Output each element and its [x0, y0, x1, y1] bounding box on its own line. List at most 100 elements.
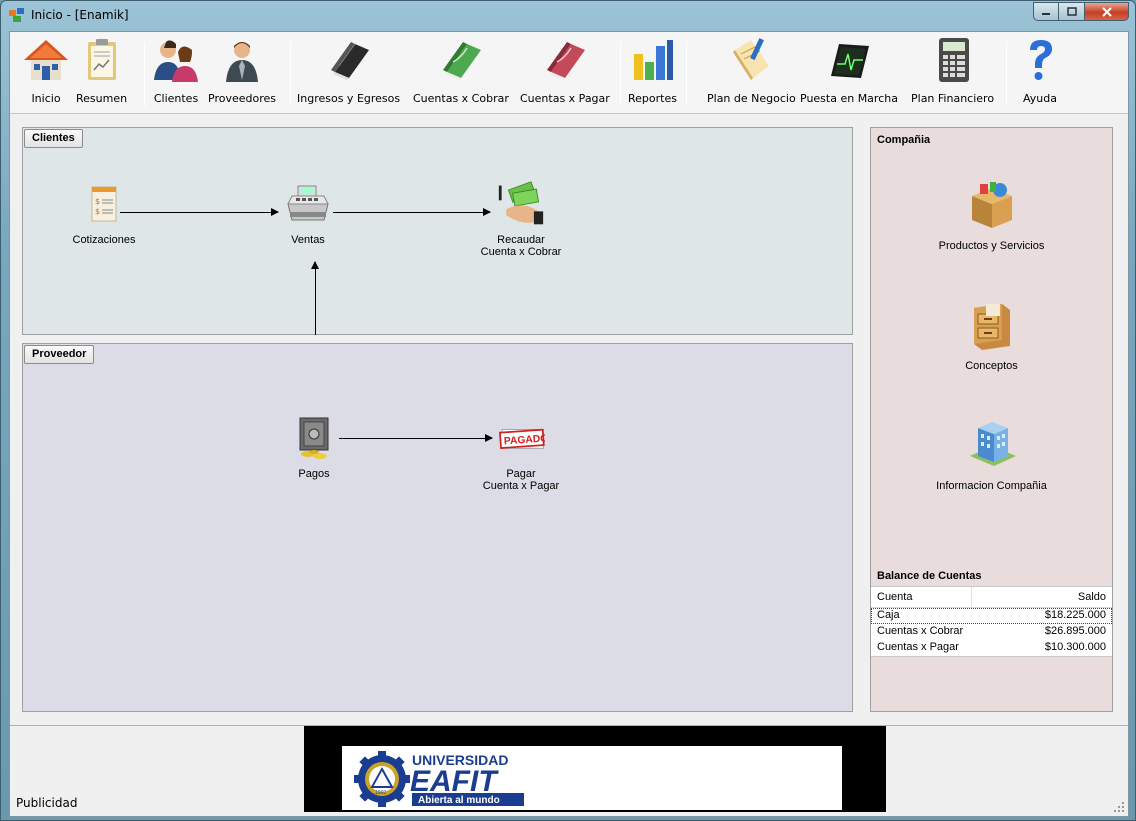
toolbar-button-plan-financiero[interactable]: Plan Financiero [911, 36, 994, 110]
toolbar-separator [620, 42, 621, 106]
businessman-icon [218, 36, 266, 84]
main-area: Clientes $ $ Cotizaciones Ventas Recauda… [10, 115, 1128, 725]
eafit-logo: 1960 UNIVERSIDAD EAFIT Abierta al mundo [342, 746, 842, 810]
toolbar-button-reportes[interactable]: Reportes [628, 36, 677, 110]
logo-line3: Abierta al mundo [418, 795, 500, 806]
client-area: Inicio Resumen Clientes Proveedores Ingr… [9, 31, 1129, 817]
money-hand-icon [497, 180, 545, 228]
toolbar-button-ingresos-egresos[interactable]: Ingresos y Egresos [297, 36, 400, 110]
close-button[interactable] [1085, 2, 1129, 21]
conceptos-label: Conceptos [965, 360, 1018, 372]
toolbar-label: Reportes [628, 92, 677, 105]
pagar-label-line2: Cuenta x Pagar [482, 480, 560, 492]
cuenta-cell: Cuentas x Pagar [877, 641, 959, 653]
arrow-pagos-pagar [339, 434, 493, 442]
balance-table-header: Cuenta Saldo [871, 587, 1112, 608]
quotation-icon: $ $ [80, 180, 128, 228]
productos-servicios-label: Productos y Servicios [938, 240, 1045, 252]
toolbar-label: Plan de Negocio [707, 92, 796, 105]
col-cuenta-header[interactable]: Cuenta [871, 587, 972, 607]
col-saldo-header[interactable]: Saldo [972, 587, 1112, 607]
caption-buttons [1033, 2, 1129, 22]
ventas-node[interactable]: Ventas [278, 180, 338, 246]
red-book-icon [541, 36, 589, 84]
toolbar-button-puesta-marcha[interactable]: Puesta en Marcha [800, 36, 898, 110]
ad-banner[interactable]: 1960 UNIVERSIDAD EAFIT Abierta al mundo [304, 726, 886, 812]
recaudar-label-line2: Cuenta x Cobrar [480, 246, 562, 258]
clientes-panel-title: Clientes [24, 129, 83, 148]
notebook-pen-icon [727, 36, 775, 84]
productos-servicios-node[interactable]: Productos y Servicios [871, 176, 1112, 252]
toolbar-label: Cuentas x Pagar [520, 92, 610, 105]
maximize-icon [1066, 7, 1077, 16]
arrow-cotizaciones-ventas [120, 208, 279, 216]
saldo-cell: $18.225.000 [1044, 609, 1106, 621]
informacion-compania-node[interactable]: Informacion Compañia [871, 416, 1112, 492]
product-box-icon [964, 176, 1020, 232]
ventas-label: Ventas [291, 234, 325, 246]
toolbar-separator [144, 42, 145, 106]
toolbar-button-cuentas-pagar[interactable]: Cuentas x Pagar [520, 36, 610, 110]
bar-chart-icon [628, 36, 676, 84]
toolbar-label: Clientes [153, 92, 199, 105]
toolbar-separator [686, 42, 687, 106]
heartbeat-monitor-icon [825, 36, 873, 84]
home-icon [22, 36, 70, 84]
question-icon [1016, 36, 1064, 84]
balance-table[interactable]: Cuenta Saldo Caja $18.225.000 Cuentas x … [871, 586, 1112, 657]
toolbar-label: Ayuda [1023, 92, 1057, 105]
toolbar-label: Cuentas x Cobrar [413, 92, 509, 105]
recaudar-label: Recaudar Cuenta x Cobrar [481, 234, 562, 258]
pagar-node[interactable]: PAGADO Pagar Cuenta x Pagar [471, 414, 571, 492]
app-icon [9, 8, 24, 22]
svg-text:$: $ [95, 207, 100, 216]
maximize-button[interactable] [1059, 2, 1085, 21]
table-row[interactable]: Caja $18.225.000 [871, 608, 1112, 624]
toolbar-separator [290, 42, 291, 106]
recaudar-node[interactable]: Recaudar Cuenta x Cobrar [471, 180, 571, 258]
table-row[interactable]: Cuentas x Cobrar $26.895.000 [871, 624, 1112, 640]
main-toolbar: Inicio Resumen Clientes Proveedores Ingr… [10, 32, 1128, 114]
black-book-icon [325, 36, 373, 84]
advertising-footer: 1960 UNIVERSIDAD EAFIT Abierta al mundo … [10, 725, 1128, 816]
title-bar[interactable]: Inicio - [Enamik] [1, 1, 1135, 31]
toolbar-button-cuentas-cobrar[interactable]: Cuentas x Cobrar [413, 36, 509, 110]
people-icon [152, 36, 200, 84]
cotizaciones-label: Cotizaciones [72, 234, 136, 246]
toolbar-separator [1006, 42, 1007, 106]
clipboard-chart-icon [78, 36, 126, 84]
arrow-to-ventas [311, 261, 319, 335]
toolbar-button-resumen[interactable]: Resumen [76, 36, 127, 110]
pagos-node[interactable]: Pagos [284, 414, 344, 480]
toolbar-label: Inicio [31, 92, 61, 105]
toolbar-label: Ingresos y Egresos [297, 92, 401, 105]
resize-grip-icon[interactable] [1113, 801, 1125, 813]
cotizaciones-node[interactable]: $ $ Cotizaciones [59, 180, 149, 246]
building-icon [964, 416, 1020, 472]
informacion-compania-label: Informacion Compañia [936, 480, 1047, 492]
compania-title: Compañia [877, 134, 931, 146]
window-title: Inicio - [Enamik] [31, 8, 129, 22]
balance-title: Balance de Cuentas [877, 570, 982, 582]
cuenta-cell: Cuentas x Cobrar [877, 625, 964, 637]
toolbar-button-ayuda[interactable]: Ayuda [1016, 36, 1064, 110]
toolbar-button-plan-negocio[interactable]: Plan de Negocio [707, 36, 796, 110]
toolbar-label: Puesta en Marcha [800, 92, 898, 105]
logo-year: 1960 [375, 790, 386, 796]
toolbar-button-clientes[interactable]: Clientes [152, 36, 200, 110]
recaudar-label-line1: Recaudar [497, 234, 545, 246]
saldo-cell: $26.895.000 [1044, 625, 1106, 637]
proveedor-panel: Proveedor Pagos PAGADO Pagar Cuenta x Pa… [22, 343, 853, 712]
close-icon [1101, 6, 1112, 17]
minimize-button[interactable] [1033, 2, 1059, 21]
toolbar-label: Plan Financiero [911, 92, 995, 105]
toolbar-button-inicio[interactable]: Inicio [22, 36, 70, 110]
paid-stamp-icon: PAGADO [497, 414, 545, 462]
pagar-label: Pagar Cuenta x Pagar [483, 468, 559, 492]
green-book-icon [437, 36, 485, 84]
toolbar-button-proveedores[interactable]: Proveedores [208, 36, 276, 110]
table-row[interactable]: Cuentas x Pagar $10.300.000 [871, 640, 1112, 656]
conceptos-node[interactable]: Conceptos [871, 296, 1112, 372]
calculator-icon [929, 36, 977, 84]
pagar-label-line1: Pagar [506, 468, 536, 480]
